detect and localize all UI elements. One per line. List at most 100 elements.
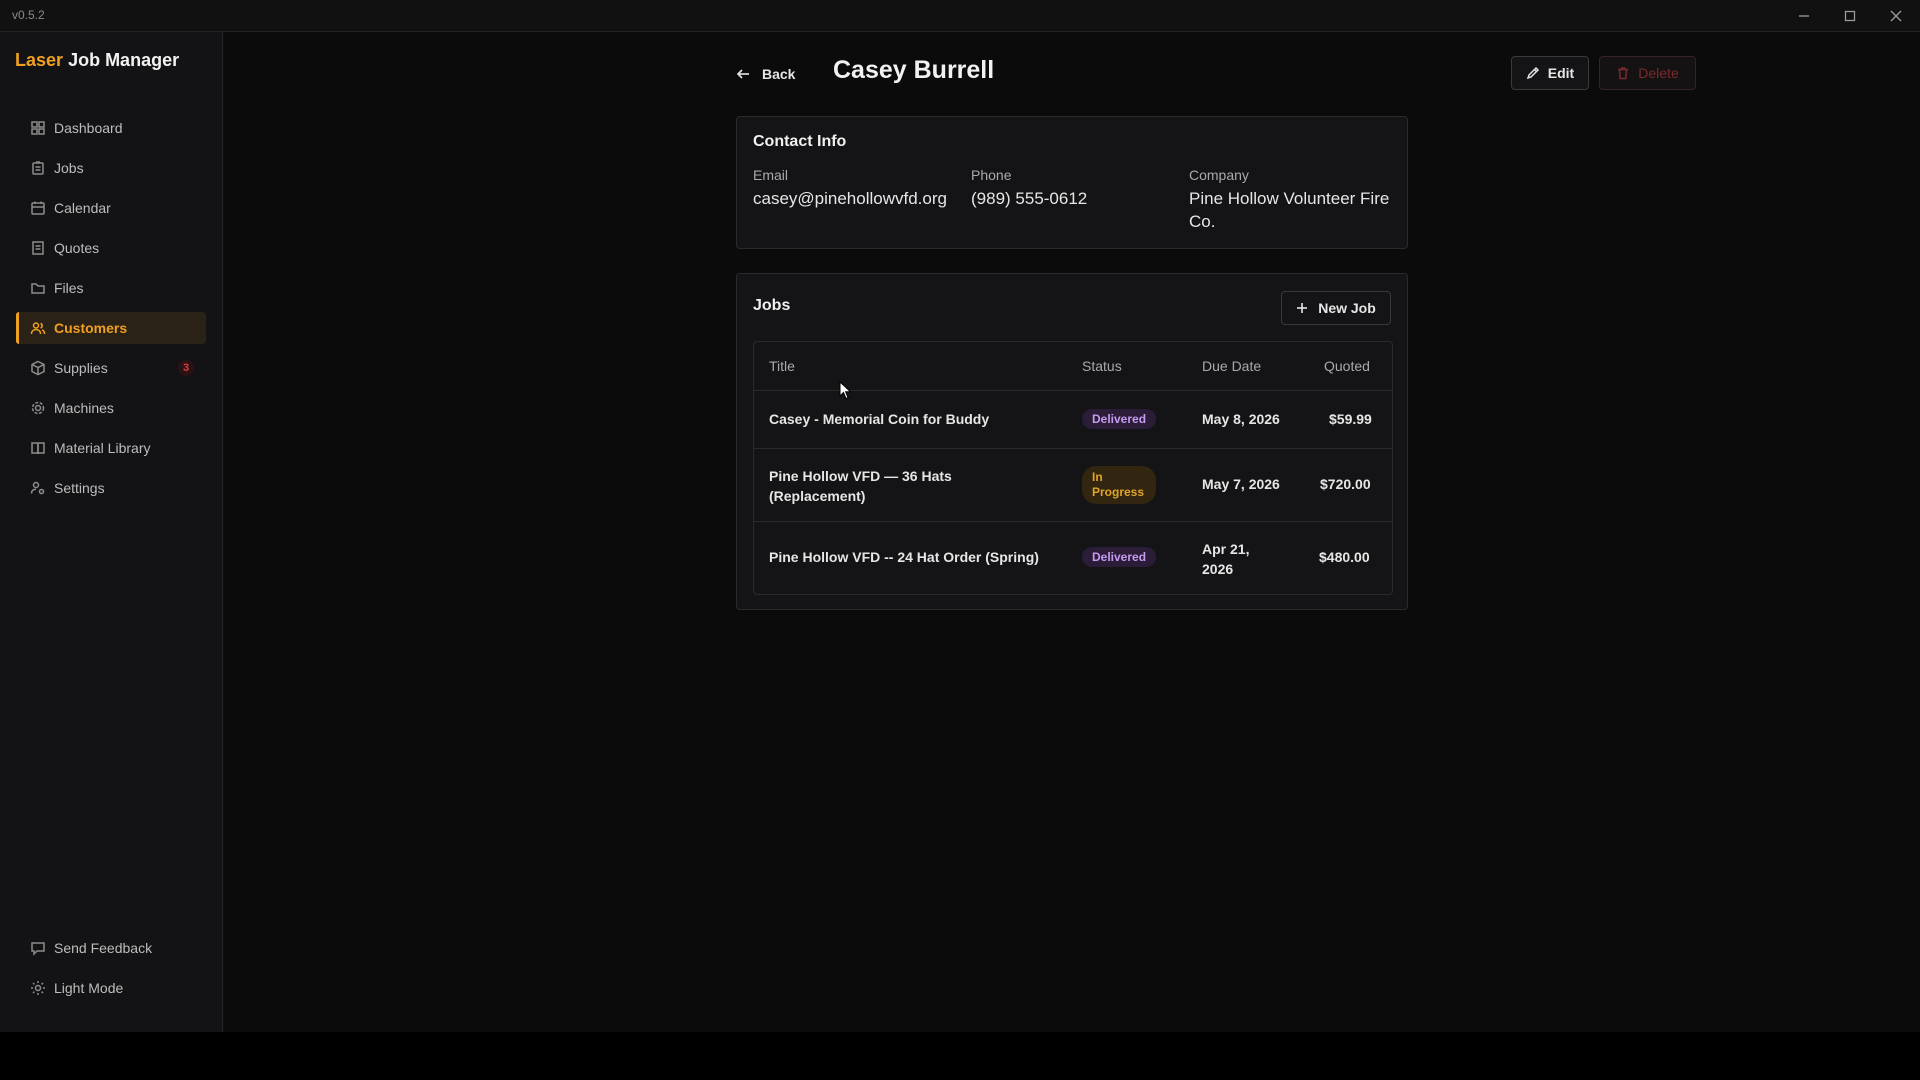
job-quoted: $59.99 (1329, 411, 1372, 427)
send-feedback-label: Send Feedback (54, 940, 153, 956)
supplies-count-badge: 3 (178, 360, 194, 376)
sidebar-item-quotes[interactable]: Quotes (16, 232, 206, 264)
job-quoted: $480.00 (1319, 549, 1370, 565)
back-button[interactable]: Back (736, 60, 795, 88)
app-window: v0.5.2 Laser Job Manager Dashboard Jobs (0, 0, 1920, 1032)
sidebar-item-label: Jobs (54, 160, 84, 176)
plus-icon (1297, 303, 1308, 313)
jobs-table: Title Status Due Date Quoted Casey - Mem… (753, 341, 1393, 595)
status-badge: Delivered (1082, 409, 1157, 429)
job-due-date: May 7, 2026 (1202, 476, 1280, 492)
close-icon[interactable] (1873, 0, 1919, 31)
send-feedback-button[interactable]: Send Feedback (16, 932, 206, 964)
contact-info-card: Contact Info Email casey@pinehollowvfd.o… (736, 116, 1408, 249)
job-title: Casey - Memorial Coin for Buddy (769, 411, 990, 427)
sidebar-item-supplies[interactable]: Supplies 3 (16, 352, 206, 384)
status-line-1: In (1092, 470, 1103, 484)
sidebar-item-material-library[interactable]: Material Library (16, 432, 206, 464)
folder-icon (30, 280, 46, 296)
brand-accent: Laser (15, 50, 64, 70)
job-title: Pine Hollow VFD -- 24 Hat Order (Spring) (769, 549, 1039, 565)
page-header: Back Casey Burrell Edit Delete (736, 54, 1696, 94)
job-title: Pine Hollow VFD — 36 Hats (Replacement) (769, 466, 952, 506)
brand-rest: Job Manager (68, 50, 180, 70)
delete-button[interactable]: Delete (1599, 56, 1696, 90)
table-row[interactable]: Pine Hollow VFD -- 24 Hat Order (Spring)… (754, 522, 1392, 594)
sidebar-item-label: Material Library (54, 440, 151, 456)
company-label: Company (1189, 167, 1249, 183)
sidebar-item-machines[interactable]: Machines (16, 392, 206, 424)
users-icon (30, 320, 46, 336)
page-title: Casey Burrell (833, 56, 995, 84)
phone-value[interactable]: (989) 555-0612 (971, 187, 1087, 210)
edit-button[interactable]: Edit (1511, 56, 1589, 90)
sidebar: Laser Job Manager Dashboard Jobs Calenda… (0, 32, 223, 1032)
sidebar-item-label: Quotes (54, 240, 100, 256)
due-line-2: 2026 (1202, 561, 1234, 577)
table-row[interactable]: Pine Hollow VFD — 36 Hats (Replacement) … (754, 449, 1392, 522)
app-logo: Laser Job Manager (15, 50, 179, 71)
sidebar-item-label: Dashboard (54, 120, 123, 136)
status-badge: In Progress (1082, 466, 1156, 504)
minimize-icon[interactable] (1781, 0, 1827, 31)
new-job-label: New Job (1318, 300, 1376, 316)
dashboard-icon (30, 120, 46, 136)
email-value[interactable]: casey@pinehollowvfd.org (753, 187, 947, 210)
sidebar-nav: Dashboard Jobs Calendar Quotes Files Cus… (0, 112, 222, 512)
package-icon (30, 360, 46, 376)
maximize-icon[interactable] (1827, 0, 1873, 31)
sidebar-item-label: Customers (54, 320, 128, 336)
calendar-icon (30, 200, 46, 216)
sidebar-item-files[interactable]: Files (16, 272, 206, 304)
status-pill: In Progress (1082, 466, 1156, 504)
job-quoted: $720.00 (1320, 476, 1371, 492)
job-due-date: May 8, 2026 (1202, 411, 1280, 427)
clipboard-icon (30, 160, 46, 176)
status-pill: Delivered (1082, 547, 1157, 567)
job-due-date: Apr 21, 2026 (1202, 539, 1249, 579)
edit-label: Edit (1547, 65, 1575, 81)
sidebar-item-label: Supplies (54, 360, 108, 376)
new-job-button[interactable]: New Job (1281, 291, 1391, 325)
sidebar-item-calendar[interactable]: Calendar (16, 192, 206, 224)
sidebar-item-label: Settings (54, 480, 105, 496)
sidebar-item-customers[interactable]: Customers (16, 312, 206, 344)
message-icon (30, 940, 46, 956)
delete-label: Delete (1638, 65, 1679, 81)
sidebar-item-label: Machines (54, 400, 114, 416)
light-mode-toggle[interactable]: Light Mode (16, 972, 206, 1004)
light-mode-label: Light Mode (54, 980, 124, 996)
company-line-1: Pine Hollow Volunteer Fire (1189, 189, 1390, 208)
email-label: Email (753, 167, 789, 183)
pencil-icon (1526, 66, 1539, 80)
user-settings-icon (30, 480, 46, 496)
phone-label: Phone (971, 167, 1012, 183)
company-value: Pine Hollow Volunteer Fire Co. (1189, 187, 1399, 233)
title-bar: v0.5.2 (0, 0, 1920, 32)
mouse-cursor-icon (839, 381, 852, 400)
jobs-title: Jobs (753, 297, 791, 314)
column-quoted: Quoted (1324, 358, 1370, 374)
main-content: Back Casey Burrell Edit Delete Contact I… (223, 32, 1920, 1032)
sidebar-item-dashboard[interactable]: Dashboard (16, 112, 206, 144)
version-label: v0.5.2 (12, 8, 45, 22)
column-title: Title (769, 358, 795, 374)
company-field: Company Pine Hollow Volunteer Fire Co. (1189, 167, 1399, 233)
job-title-line-2: (Replacement) (769, 488, 866, 504)
email-field: Email casey@pinehollowvfd.org (753, 167, 947, 210)
book-icon (30, 440, 46, 456)
jobs-card: Jobs New Job Title Status Due Date Quote… (736, 273, 1408, 610)
gear-icon (30, 400, 46, 416)
phone-field: Phone (989) 555-0612 (971, 167, 1087, 210)
column-due-date: Due Date (1202, 358, 1262, 374)
sidebar-item-settings[interactable]: Settings (16, 472, 206, 504)
company-line-2: Co. (1189, 212, 1216, 231)
status-line-2: Progress (1092, 485, 1145, 499)
status-badge: Delivered (1082, 547, 1157, 567)
trash-icon (1618, 67, 1629, 80)
sidebar-item-jobs[interactable]: Jobs (16, 152, 206, 184)
arrow-left-icon (736, 69, 749, 79)
sidebar-item-label: Files (54, 280, 84, 296)
contact-info-title: Contact Info (753, 133, 847, 150)
due-line-1: Apr 21, (1202, 541, 1250, 557)
